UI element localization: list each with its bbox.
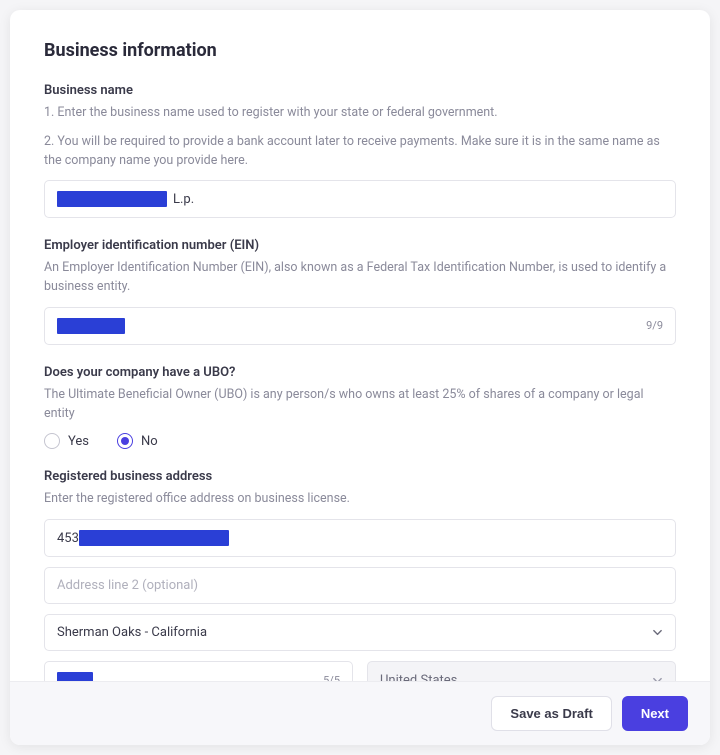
business-name-help1: 1. Enter the business name used to regis… [44,104,676,123]
save-draft-button[interactable]: Save as Draft [491,696,611,731]
ubo-no-option[interactable]: No [117,433,158,449]
ein-help: An Employer Identification Number (EIN),… [44,259,676,297]
address-line1-prefix: 453 [57,531,79,546]
business-info-card: Business information Business name 1. En… [10,10,710,745]
ubo-label: Does your company have a UBO? [44,365,676,380]
business-name-value: L.p. [173,192,663,207]
business-name-label: Business name [44,83,676,98]
zip-counter: 5/5 [323,674,340,682]
country-select[interactable]: United States [367,661,676,681]
ein-input[interactable]: 9/9 [44,307,676,345]
redacted-block [79,530,229,546]
ubo-yes-label: Yes [68,434,89,449]
ubo-help: The Ultimate Beneficial Owner (UBO) is a… [44,386,676,424]
city-state-value: Sherman Oaks - California [57,625,651,640]
page-title: Business information [44,40,676,61]
registered-address-help: Enter the registered office address on b… [44,490,676,509]
address-line2-input[interactable]: Address line 2 (optional) [44,567,676,604]
chevron-down-icon [651,674,663,681]
city-state-select[interactable]: Sherman Oaks - California [44,614,676,651]
next-button[interactable]: Next [622,696,688,731]
registered-address-label: Registered business address [44,469,676,484]
address-line1-input[interactable]: 453 [44,519,676,557]
chevron-down-icon [651,627,663,639]
ein-field: Employer identification number (EIN) An … [44,238,676,345]
redacted-block [57,318,125,334]
radio-icon [117,433,133,449]
ubo-radio-group: Yes No [44,433,676,449]
registered-address-field: Registered business address Enter the re… [44,469,676,681]
radio-icon [44,433,60,449]
address-line2-placeholder: Address line 2 (optional) [57,578,663,593]
ein-label: Employer identification number (EIN) [44,238,676,253]
ubo-no-label: No [141,434,158,449]
business-name-field: Business name 1. Enter the business name… [44,83,676,218]
redacted-block [57,672,93,681]
form-content: Business information Business name 1. En… [10,10,710,681]
form-footer: Save as Draft Next [10,681,710,745]
business-name-input[interactable]: L.p. [44,180,676,218]
ubo-field: Does your company have a UBO? The Ultima… [44,365,676,450]
business-name-help2: 2. You will be required to provide a ban… [44,133,676,171]
ein-counter: 9/9 [646,319,663,332]
ubo-yes-option[interactable]: Yes [44,433,89,449]
country-value: United States [380,673,651,682]
zip-input[interactable]: 5/5 [44,661,353,681]
redacted-block [57,191,167,207]
